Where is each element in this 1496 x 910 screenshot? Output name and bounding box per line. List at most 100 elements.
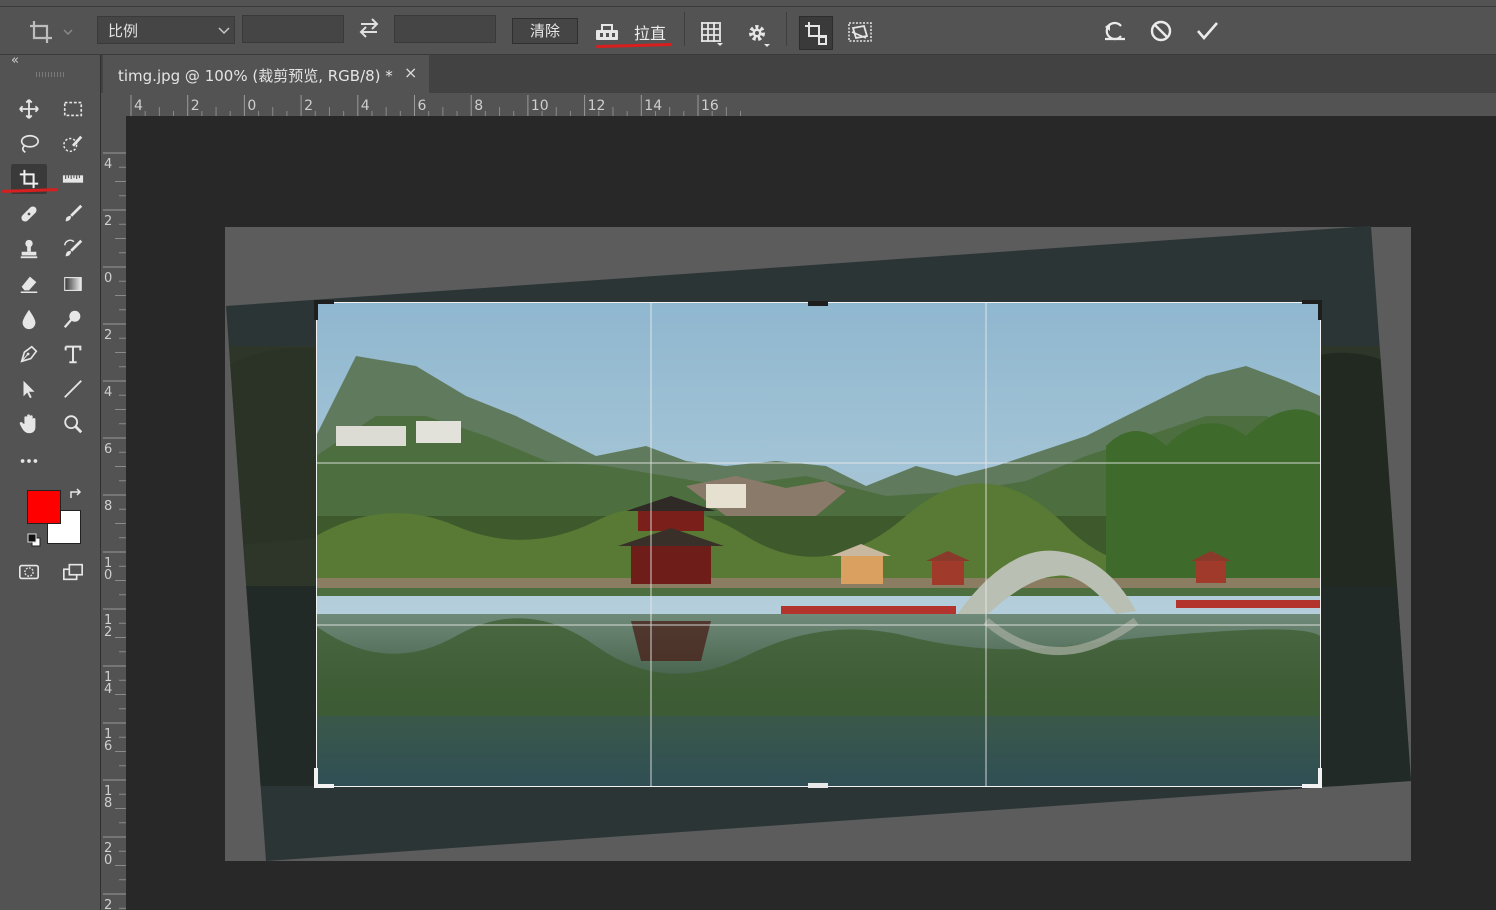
ruler-label: 2	[104, 625, 112, 640]
vertical-ruler-ticks: 42024681012141618202	[103, 152, 126, 910]
clear-button[interactable]: 清除	[512, 18, 578, 44]
ruler-icon	[62, 175, 84, 183]
ruler-label: 8	[104, 499, 112, 514]
ratio-select-value: 比例	[108, 22, 139, 40]
pen-tool[interactable]	[11, 339, 47, 369]
ruler-label: 4	[104, 385, 112, 400]
blur-icon	[22, 309, 36, 330]
line-tool[interactable]	[55, 374, 91, 404]
more-icon	[20, 459, 38, 463]
swap-button[interactable]	[355, 16, 383, 44]
panel-grip[interactable]	[36, 72, 66, 77]
lasso-tool[interactable]	[11, 129, 47, 159]
ruler-tool[interactable]	[55, 164, 91, 194]
width-field[interactable]	[242, 15, 344, 43]
overlay-options-button[interactable]	[696, 18, 726, 48]
horizontal-ruler: 4 2 0 2 4 6 8 10 12 14 16	[101, 93, 1496, 117]
content-aware-toggle[interactable]	[846, 20, 874, 48]
eraser-tool[interactable]	[11, 269, 47, 299]
commit-crop-button[interactable]	[1192, 17, 1222, 47]
canvas-area	[126, 116, 1496, 910]
dodge-tool[interactable]	[55, 304, 91, 334]
gradient-icon	[64, 277, 82, 291]
straighten-icon	[596, 24, 618, 40]
brush-tool[interactable]	[55, 199, 91, 229]
horizontal-ruler-ticks: 4 2 0 2 4 6 8 10 12 14 16	[130, 95, 742, 116]
panel-collapse-button[interactable]: «	[11, 53, 19, 68]
path-select-icon	[23, 380, 35, 399]
marquee-icon	[63, 101, 83, 117]
lasso-icon	[20, 134, 39, 153]
pen-icon	[20, 345, 38, 363]
ruler-label: 2	[104, 328, 112, 343]
quick-mask-button[interactable]	[11, 557, 47, 587]
delete-cropped-pixels-toggle[interactable]	[799, 16, 833, 50]
screen-mode-button[interactable]	[55, 557, 91, 587]
ruler-label: 0	[104, 568, 112, 583]
move-tool[interactable]	[11, 94, 47, 124]
content-aware-icon	[848, 22, 872, 42]
default-colors-icon[interactable]	[26, 532, 42, 548]
quick-select-icon	[63, 135, 83, 153]
ruler-label: 4	[104, 682, 112, 697]
ruler-label: 2	[104, 898, 112, 910]
ruler-label: 6	[104, 442, 112, 457]
chevron-down-icon	[218, 27, 230, 35]
height-field[interactable]	[394, 15, 496, 43]
history-brush-tool[interactable]	[55, 234, 91, 264]
healing-brush-tool[interactable]	[11, 199, 47, 229]
top-divider	[0, 6, 1496, 7]
crop-handle-top[interactable]	[808, 301, 828, 306]
ruler-label: 2	[104, 214, 112, 229]
ruler-label: 16	[701, 98, 719, 114]
reset-icon	[1105, 21, 1125, 41]
foreground-color-swatch[interactable]	[27, 490, 61, 524]
line-icon	[64, 380, 82, 398]
type-tool[interactable]	[55, 339, 91, 369]
marquee-tool[interactable]	[55, 94, 91, 124]
crop-settings-button[interactable]	[744, 20, 772, 48]
swap-colors-icon[interactable]	[68, 488, 84, 504]
document-tab-close-button[interactable]: ×	[404, 63, 417, 82]
type-icon	[64, 345, 82, 364]
more-tools[interactable]	[11, 446, 47, 476]
crop-icon	[19, 169, 39, 189]
blur-tool[interactable]	[11, 304, 47, 334]
ratio-select[interactable]: 比例	[97, 16, 235, 44]
zoom-icon	[64, 415, 83, 434]
document-canvas[interactable]	[126, 116, 1496, 910]
vertical-ruler: 42024681012141618202	[101, 116, 127, 910]
quick-selection-tool[interactable]	[55, 129, 91, 159]
healing-brush-icon	[21, 206, 37, 222]
document-tab-title: timg.jpg @ 100% (裁剪预览, RGB/8) *	[118, 67, 393, 85]
path-selection-tool[interactable]	[11, 374, 47, 404]
history-brush-icon	[64, 239, 83, 257]
ruler-label: 10	[531, 98, 549, 114]
crop-handle-bottom[interactable]	[808, 783, 828, 788]
move-icon	[19, 99, 39, 119]
swap-icon	[359, 18, 379, 38]
ruler-label: 0	[104, 271, 112, 286]
ruler-label: 8	[474, 98, 483, 114]
zoom-tool[interactable]	[55, 409, 91, 439]
hand-tool[interactable]	[11, 409, 47, 439]
ruler-label: 6	[418, 98, 427, 114]
clone-stamp-tool[interactable]	[11, 234, 47, 264]
crop-preview-image	[316, 302, 1320, 786]
gradient-tool[interactable]	[55, 269, 91, 299]
straighten-label: 拉直	[634, 24, 667, 43]
brush-icon	[65, 204, 83, 222]
ruler-label: 2	[304, 98, 313, 114]
ruler-label: 12	[588, 98, 606, 114]
cancel-crop-button[interactable]	[1146, 17, 1176, 47]
crop-preset-picker[interactable]	[24, 16, 80, 46]
eraser-icon	[20, 276, 38, 293]
ruler-label: 4	[361, 98, 370, 114]
document-tab[interactable]: timg.jpg @ 100% (裁剪预览, RGB/8) * ×	[103, 55, 429, 93]
screen-mode-icon	[63, 563, 83, 581]
reset-crop-button[interactable]	[1100, 17, 1130, 47]
grid-overlay-icon	[701, 22, 723, 46]
options-separator	[684, 12, 685, 46]
ruler-label: 4	[104, 157, 112, 172]
ruler-label: 2	[191, 98, 200, 114]
